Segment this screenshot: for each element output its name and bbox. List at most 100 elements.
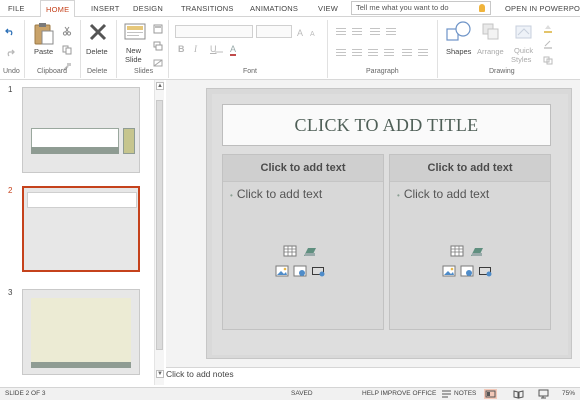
thumb-title-block <box>27 192 137 208</box>
decrease-indent-icon[interactable] <box>370 28 380 35</box>
zoom-level[interactable]: 75% <box>562 388 575 400</box>
title-placeholder[interactable]: CLICK TO ADD TITLE <box>222 104 551 146</box>
insert-online-picture-icon[interactable] <box>293 265 307 277</box>
bullets-icon[interactable] <box>336 28 346 35</box>
align-right-icon[interactable] <box>368 49 378 56</box>
status-bar: SLIDE 2 OF 3 SAVED HELP IMPROVE OFFICE N… <box>0 387 580 400</box>
reading-view-icon[interactable] <box>512 389 525 399</box>
left-content-placeholder[interactable]: Click to add text • Click to add text <box>222 154 384 330</box>
layout-icon[interactable] <box>153 24 163 34</box>
new-slide-label-line2[interactable]: Slide <box>125 55 142 64</box>
text-direction-icon[interactable] <box>402 49 412 56</box>
font-color-button[interactable]: A <box>230 44 237 56</box>
tab-insert[interactable]: INSERT <box>91 0 120 17</box>
tab-animations[interactable]: ANIMATIONS <box>250 0 298 17</box>
tab-design[interactable]: DESIGN <box>133 0 163 17</box>
tab-view[interactable]: VIEW <box>318 0 338 17</box>
align-text-icon[interactable] <box>418 49 428 56</box>
font-family-combo[interactable] <box>175 25 253 38</box>
slide-thumbnail-1[interactable] <box>22 87 140 173</box>
undo-icon[interactable] <box>5 26 15 36</box>
help-improve-office-link[interactable]: HELP IMPROVE OFFICE <box>362 388 436 400</box>
shape-outline-icon[interactable] <box>543 39 553 49</box>
tell-me-search-box[interactable]: Tell me what you want to do <box>351 1 491 15</box>
numbering-icon[interactable] <box>352 28 362 35</box>
align-left-icon[interactable] <box>336 49 346 56</box>
insert-picture-icon[interactable] <box>275 265 289 277</box>
left-bullet-text[interactable]: • Click to add text <box>230 187 322 201</box>
cut-icon[interactable] <box>62 26 72 36</box>
right-bullet-text[interactable]: • Click to add text <box>397 187 489 201</box>
slide-thumbnail-3[interactable] <box>22 289 140 375</box>
slide-show-icon[interactable] <box>537 389 550 399</box>
insert-chart-icon[interactable] <box>470 245 484 257</box>
justify-icon[interactable] <box>384 49 394 56</box>
notes-placeholder[interactable]: Click to add notes <box>166 368 234 380</box>
scrollbar-thumb[interactable] <box>156 100 163 350</box>
group-label-font: Font <box>243 68 258 75</box>
quick-styles-label-line2[interactable]: Styles <box>511 55 531 64</box>
notes-button[interactable]: NOTES <box>454 388 476 400</box>
delete-slide-icon[interactable] <box>88 22 108 42</box>
arrange-icon[interactable] <box>481 22 501 42</box>
shapes-icon[interactable] <box>446 21 472 43</box>
tab-file[interactable]: FILE <box>8 0 25 17</box>
right-insert-content-icons <box>440 239 504 283</box>
left-insert-content-icons <box>273 239 337 283</box>
new-slide-icon[interactable] <box>124 22 146 42</box>
insert-chart-icon[interactable] <box>303 245 317 257</box>
tab-home[interactable]: HOME <box>40 0 76 18</box>
notes-icon[interactable] <box>440 389 453 399</box>
insert-picture-icon[interactable] <box>442 265 456 277</box>
normal-view-icon[interactable] <box>484 389 497 399</box>
shapes-button-label[interactable]: Shapes <box>446 47 471 56</box>
quick-styles-label-line1[interactable]: Quick <box>514 46 533 55</box>
left-heading-placeholder[interactable]: Click to add text <box>223 155 383 182</box>
insert-table-icon[interactable] <box>283 245 297 257</box>
insert-online-picture-icon[interactable] <box>460 265 474 277</box>
duplicate-slide-icon[interactable] <box>153 41 163 51</box>
redo-icon[interactable] <box>5 47 15 57</box>
quick-styles-icon[interactable] <box>514 22 534 42</box>
arrange-button-label[interactable]: Arrange <box>477 47 504 56</box>
slide-thumbnail-pane: 1 2 3 ▲ ▼ <box>0 80 166 387</box>
insert-video-icon[interactable] <box>478 265 492 277</box>
shrink-font-icon[interactable]: A <box>309 27 319 37</box>
thumbnail-scrollbar[interactable]: ▲ ▼ <box>154 80 164 385</box>
shape-fill-icon[interactable] <box>543 23 553 33</box>
bold-button[interactable]: B <box>178 44 185 54</box>
tab-transitions[interactable]: TRANSITIONS <box>181 0 234 17</box>
scroll-down-icon[interactable]: ▼ <box>156 370 164 378</box>
right-heading-placeholder[interactable]: Click to add text <box>390 155 550 182</box>
svg-text:A: A <box>297 28 303 37</box>
duplicate-shape-icon[interactable] <box>543 55 553 65</box>
insert-video-icon[interactable] <box>311 265 325 277</box>
slide-editor-area: CLICK TO ADD TITLE Click to add text • Cl… <box>166 80 580 367</box>
thumb-accent-block <box>123 128 135 154</box>
align-center-icon[interactable] <box>352 49 362 56</box>
ribbon-separator <box>80 20 81 78</box>
slide-thumbnail-2[interactable] <box>22 186 140 272</box>
delete-button-label[interactable]: Delete <box>86 47 108 56</box>
font-size-combo[interactable] <box>256 25 292 38</box>
thumb-title-bar <box>31 147 119 154</box>
increase-indent-icon[interactable] <box>386 28 396 35</box>
copy-icon[interactable] <box>62 45 72 55</box>
current-slide[interactable]: CLICK TO ADD TITLE Click to add text • Cl… <box>206 88 572 359</box>
open-in-powerpoint-button[interactable]: OPEN IN POWERPOINT <box>505 0 580 17</box>
italic-button[interactable]: I <box>194 44 197 54</box>
strikethrough-icon[interactable] <box>215 49 223 55</box>
group-label-clipboard: Clipboard <box>37 68 67 75</box>
hide-slide-icon[interactable] <box>153 58 163 68</box>
insert-table-icon[interactable] <box>450 245 464 257</box>
right-content-placeholder[interactable]: Click to add text • Click to add text <box>389 154 551 330</box>
new-slide-label-line1[interactable]: New <box>126 46 141 55</box>
paste-icon[interactable] <box>33 22 55 46</box>
paste-button-label[interactable]: Paste <box>34 47 53 56</box>
slide-number-1: 1 <box>8 85 13 94</box>
bullet-dot-icon: • <box>397 191 400 200</box>
grow-font-icon[interactable]: A <box>297 27 307 37</box>
notes-pane[interactable]: Click to add notes <box>166 367 580 387</box>
group-label-paragraph: Paragraph <box>366 68 399 75</box>
scroll-up-icon[interactable]: ▲ <box>156 82 164 90</box>
